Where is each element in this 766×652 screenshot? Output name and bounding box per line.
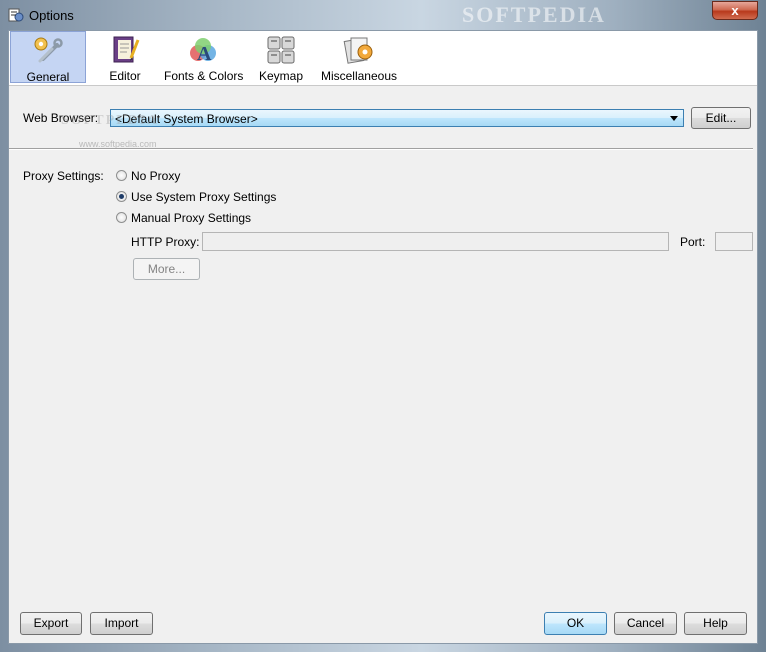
import-button[interactable]: Import	[90, 612, 153, 635]
no-proxy-radio[interactable]	[116, 170, 127, 181]
keymap-icon	[267, 36, 295, 64]
tab-general-label: General	[26, 70, 70, 84]
ok-button[interactable]: OK	[544, 612, 607, 635]
proxy-settings-label: Proxy Settings:	[23, 169, 104, 183]
help-button[interactable]: Help	[684, 612, 747, 635]
web-browser-select[interactable]: <Default System Browser>	[110, 109, 684, 127]
close-icon: x	[731, 3, 739, 18]
cancel-button[interactable]: Cancel	[614, 612, 677, 635]
options-window: Options SOFTPEDIA x General Editor A Fon…	[0, 0, 766, 652]
system-proxy-radio[interactable]	[116, 191, 127, 202]
category-toolbar: General Editor A Fonts & Colors Keymap M…	[9, 31, 757, 86]
http-proxy-input[interactable]	[202, 232, 669, 251]
port-input[interactable]	[715, 232, 753, 251]
divider	[9, 148, 753, 150]
svg-text:A: A	[197, 43, 212, 65]
tab-editor[interactable]: Editor	[87, 31, 163, 83]
watermark: SOFTPEDIA	[462, 2, 606, 27]
title-bar[interactable]: Options SOFTPEDIA x	[0, 0, 766, 30]
tab-keymap-label: Keymap	[258, 69, 304, 83]
watermark-overlay: SOFTPEDIA	[61, 113, 160, 128]
chevron-down-icon	[670, 116, 678, 121]
tab-keymap[interactable]: Keymap	[243, 31, 319, 83]
no-proxy-label[interactable]: No Proxy	[131, 169, 180, 183]
http-proxy-label: HTTP Proxy:	[131, 235, 200, 249]
system-proxy-label[interactable]: Use System Proxy Settings	[131, 190, 276, 204]
tab-miscellaneous[interactable]: Miscellaneous	[320, 31, 398, 83]
close-button[interactable]: x	[712, 1, 758, 20]
editor-icon	[113, 36, 140, 63]
radio-selected-dot	[119, 194, 124, 199]
export-button[interactable]: Export	[20, 612, 82, 635]
app-icon	[8, 8, 24, 22]
fonts-colors-icon: A	[190, 38, 216, 65]
window-title: Options	[29, 8, 74, 23]
options-panel: General Editor A Fonts & Colors Keymap M…	[8, 30, 758, 644]
edit-button[interactable]: Edit...	[691, 107, 751, 129]
tab-general[interactable]: General	[10, 31, 86, 84]
tab-fonts-colors[interactable]: A Fonts & Colors	[164, 31, 244, 83]
miscellaneous-icon	[343, 37, 373, 64]
tab-miscellaneous-label: Miscellaneous	[320, 69, 398, 83]
more-button[interactable]: More...	[133, 258, 200, 280]
tab-fonts-colors-label: Fonts & Colors	[164, 69, 244, 83]
manual-proxy-radio[interactable]	[116, 212, 127, 223]
manual-proxy-label[interactable]: Manual Proxy Settings	[131, 211, 251, 225]
port-label: Port:	[680, 235, 706, 249]
tab-editor-label: Editor	[109, 69, 141, 83]
general-icon	[34, 37, 63, 63]
